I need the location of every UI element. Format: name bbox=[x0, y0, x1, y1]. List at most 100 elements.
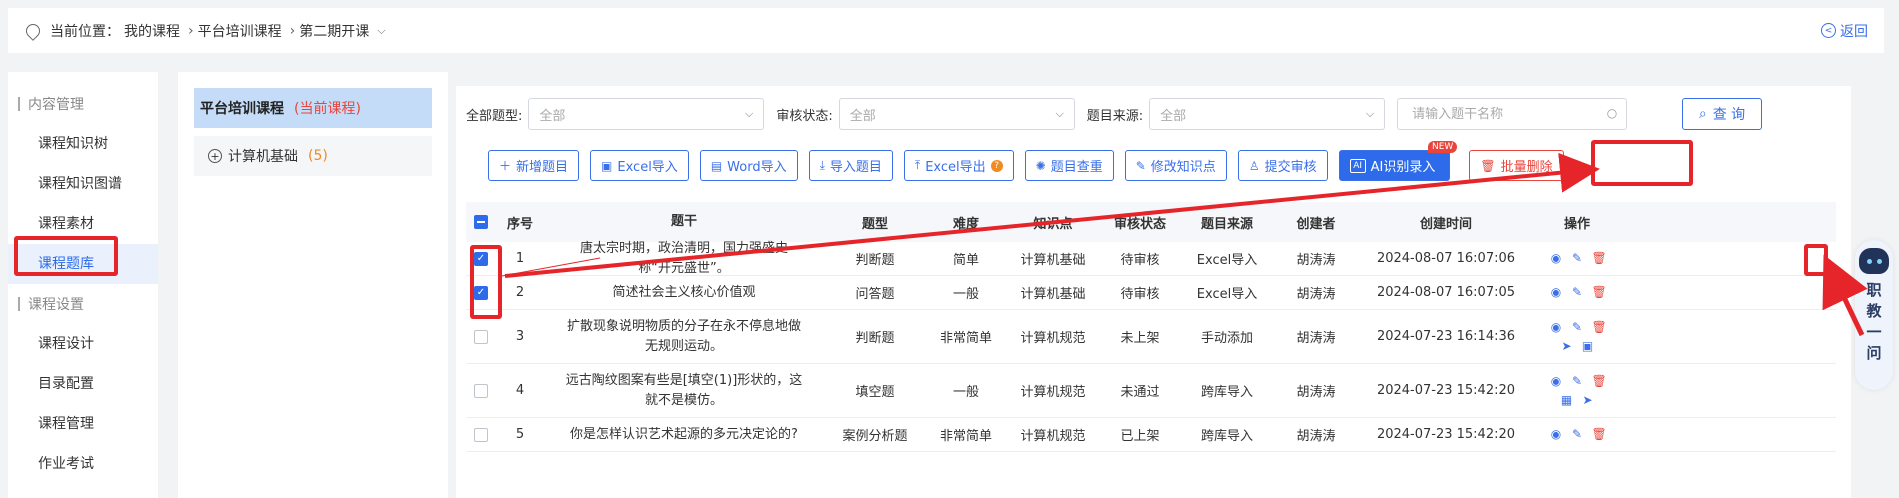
user-icon: ♙ bbox=[1248, 158, 1260, 173]
delete-trash-icon[interactable]: 🗑︎ bbox=[1592, 286, 1607, 299]
row-checkbox[interactable]: ✓ bbox=[474, 251, 488, 266]
row-creator: 胡涛涛 bbox=[1296, 287, 1336, 302]
query-label: 查 询 bbox=[1712, 107, 1746, 123]
excel-icon: ▣ bbox=[601, 158, 613, 173]
course-title[interactable]: 平台培训课程 (当前课程) bbox=[194, 88, 432, 128]
delete-trash-icon[interactable]: 🗑︎ bbox=[1592, 374, 1607, 388]
help-icon[interactable]: ? bbox=[990, 159, 1003, 172]
row-source: Excel导入 bbox=[1196, 287, 1258, 302]
breadcrumb-separator-icon: › bbox=[289, 22, 296, 39]
excel-import-label: Excel导入 bbox=[617, 160, 678, 175]
sidebar-item-knowledge-tree[interactable]: 课程知识树 bbox=[8, 124, 158, 164]
word-import-button[interactable]: ▤ Word导入 bbox=[699, 150, 798, 181]
row-knowledge-point: 计算机规范 bbox=[1020, 385, 1086, 400]
breadcrumb-prefix: 当前位置： bbox=[50, 23, 120, 40]
calculator-icon[interactable]: ▦ bbox=[1560, 393, 1573, 407]
header-created-time: 创建时间 bbox=[1419, 216, 1472, 232]
edit-icon[interactable]: ✎ bbox=[1571, 320, 1584, 334]
row-index: 4 bbox=[515, 383, 525, 398]
row-created-time: 2024-08-07 16:07:05 bbox=[1376, 285, 1516, 300]
edit-icon[interactable]: ✎ bbox=[1571, 374, 1584, 388]
row-knowledge-point: 计算机基础 bbox=[1020, 253, 1086, 268]
breadcrumb-bar: 当前位置： 我的课程 › 平台培训课程 › 第二期开课 ⌵ < 返回 bbox=[8, 8, 1884, 53]
select-all-checkbox[interactable] bbox=[474, 215, 488, 229]
row-checkbox[interactable] bbox=[474, 427, 488, 442]
delete-trash-icon[interactable]: 🗑︎ bbox=[1592, 320, 1607, 334]
sidebar-group-settings: 课程设置 bbox=[8, 284, 158, 324]
course-node-label: 计算机基础 bbox=[228, 149, 298, 165]
sidebar-item-course-design[interactable]: 课程设计 bbox=[8, 324, 158, 364]
batch-delete-label: 批量删除 bbox=[1500, 160, 1553, 175]
excel-export-button[interactable]: ⤒ Excel导出? bbox=[903, 150, 1014, 181]
new-badge: NEW bbox=[1428, 141, 1458, 153]
submit-audit-button[interactable]: ♙ 提交审核 bbox=[1237, 150, 1328, 181]
row-creator: 胡涛涛 bbox=[1296, 429, 1336, 444]
send-icon[interactable]: ➤ bbox=[1581, 393, 1594, 407]
type-filter-select[interactable]: 全部 ⌵ bbox=[528, 98, 765, 130]
ai-import-label: AI识别录入 bbox=[1370, 160, 1436, 175]
import-questions-button[interactable]: ⤓ 导入题目 bbox=[808, 150, 893, 181]
breadcrumb-item-my-courses[interactable]: 我的课程 bbox=[124, 21, 180, 41]
sidebar-item-question-bank[interactable]: 课程题库 bbox=[8, 244, 158, 284]
expand-plus-icon[interactable]: + bbox=[208, 149, 222, 163]
edit-icon[interactable]: ✎ bbox=[1571, 286, 1584, 299]
sidebar-item-catalog-config[interactable]: 目录配置 bbox=[8, 364, 158, 404]
word-icon: ▤ bbox=[710, 158, 723, 173]
row-checkbox[interactable] bbox=[474, 383, 488, 398]
edit-icon[interactable]: ✎ bbox=[1571, 428, 1584, 441]
image-icon[interactable]: ▣ bbox=[1581, 339, 1594, 353]
row-type: 案例分析题 bbox=[842, 429, 908, 444]
dedupe-button[interactable]: ✺ 题目查重 bbox=[1024, 150, 1114, 181]
excel-import-button[interactable]: ▣ Excel导入 bbox=[590, 150, 689, 181]
view-eye-icon[interactable]: ◉ bbox=[1550, 320, 1563, 334]
edit-knowledge-point-button[interactable]: ✎ 修改知识点 bbox=[1124, 150, 1227, 181]
breadcrumb-item-term[interactable]: 第二期开课 bbox=[299, 21, 369, 41]
back-button[interactable]: < 返回 bbox=[1821, 21, 1868, 41]
row-index: 3 bbox=[515, 329, 525, 344]
add-question-button[interactable]: ＋ 新增题目 bbox=[488, 150, 580, 181]
row-actions: ◉ ✎ 🗑︎ bbox=[1534, 428, 1620, 441]
row-source: 跨库导入 bbox=[1200, 385, 1253, 400]
row-type: 问答题 bbox=[855, 287, 895, 302]
row-created-time: 2024-07-23 15:42:20 bbox=[1376, 383, 1516, 398]
table-row: ✓ 1 唐太宗时期，政治清明，国力强盛史称“开元盛世”。 判断题 简单 计算机基… bbox=[466, 241, 1836, 276]
assistant-label: 职教一问 bbox=[1864, 282, 1883, 366]
send-icon[interactable]: ➤ bbox=[1560, 339, 1573, 353]
add-question-label: 新增题目 bbox=[516, 160, 569, 175]
view-eye-icon[interactable]: ◉ bbox=[1550, 374, 1563, 388]
row-creator: 胡涛涛 bbox=[1296, 385, 1336, 400]
delete-trash-icon[interactable]: 🗑︎ bbox=[1592, 252, 1607, 265]
breadcrumb-item-course[interactable]: 平台培训课程 bbox=[198, 21, 282, 41]
row-stem: 远古陶纹图案有些是[填空(1)]形状的，这就不是模仿。 bbox=[565, 372, 803, 408]
view-eye-icon[interactable]: ◉ bbox=[1550, 428, 1563, 441]
edit-icon[interactable]: ✎ bbox=[1571, 252, 1584, 265]
upload-icon: ⤒ bbox=[914, 158, 921, 172]
audit-filter-select[interactable]: 全部 ⌵ bbox=[838, 98, 1075, 130]
row-type: 判断题 bbox=[855, 331, 895, 346]
sidebar-item-materials[interactable]: 课程素材 bbox=[8, 204, 158, 244]
ai-icon: AI bbox=[1349, 158, 1366, 173]
source-filter-select[interactable]: 全部 ⌵ bbox=[1149, 98, 1386, 130]
row-audit-status: 待审核 bbox=[1120, 253, 1160, 268]
sidebar-item-knowledge-graph[interactable]: 课程知识图谱 bbox=[8, 164, 158, 204]
delete-trash-icon[interactable]: 🗑︎ bbox=[1592, 428, 1607, 441]
course-node[interactable]: + 计算机基础 (5) bbox=[194, 136, 432, 176]
chevron-down-icon[interactable]: ⌵ bbox=[377, 24, 385, 38]
sidebar: 内容管理 课程知识树 课程知识图谱 课程素材 课程题库 课程设置 课程设计 目录… bbox=[8, 72, 158, 498]
course-name: 平台培训课程 bbox=[200, 101, 284, 117]
sidebar-item-course-manage[interactable]: 课程管理 bbox=[8, 404, 158, 444]
row-checkbox[interactable] bbox=[474, 329, 488, 344]
query-button[interactable]: ⌕ 查 询 bbox=[1682, 98, 1762, 130]
row-checkbox[interactable]: ✓ bbox=[474, 285, 488, 300]
ai-import-button[interactable]: AI AI识别录入 NEW bbox=[1338, 141, 1458, 181]
assistant-widget[interactable]: 职教一问 bbox=[1855, 240, 1893, 390]
row-difficulty: 一般 bbox=[952, 385, 979, 400]
view-eye-icon[interactable]: ◉ bbox=[1550, 252, 1563, 265]
view-eye-icon[interactable]: ◉ bbox=[1550, 286, 1563, 299]
location-pin-icon bbox=[23, 20, 43, 41]
header-knowledge-point: 知识点 bbox=[1033, 216, 1073, 232]
row-stem: 扩散现象说明物质的分子在永不停息地做无规则运动。 bbox=[566, 318, 801, 354]
search-input[interactable] bbox=[1397, 98, 1628, 130]
batch-delete-button[interactable]: 🗑︎ 批量删除 bbox=[1469, 150, 1564, 181]
sidebar-item-homework-exam[interactable]: 作业考试 bbox=[8, 444, 158, 484]
